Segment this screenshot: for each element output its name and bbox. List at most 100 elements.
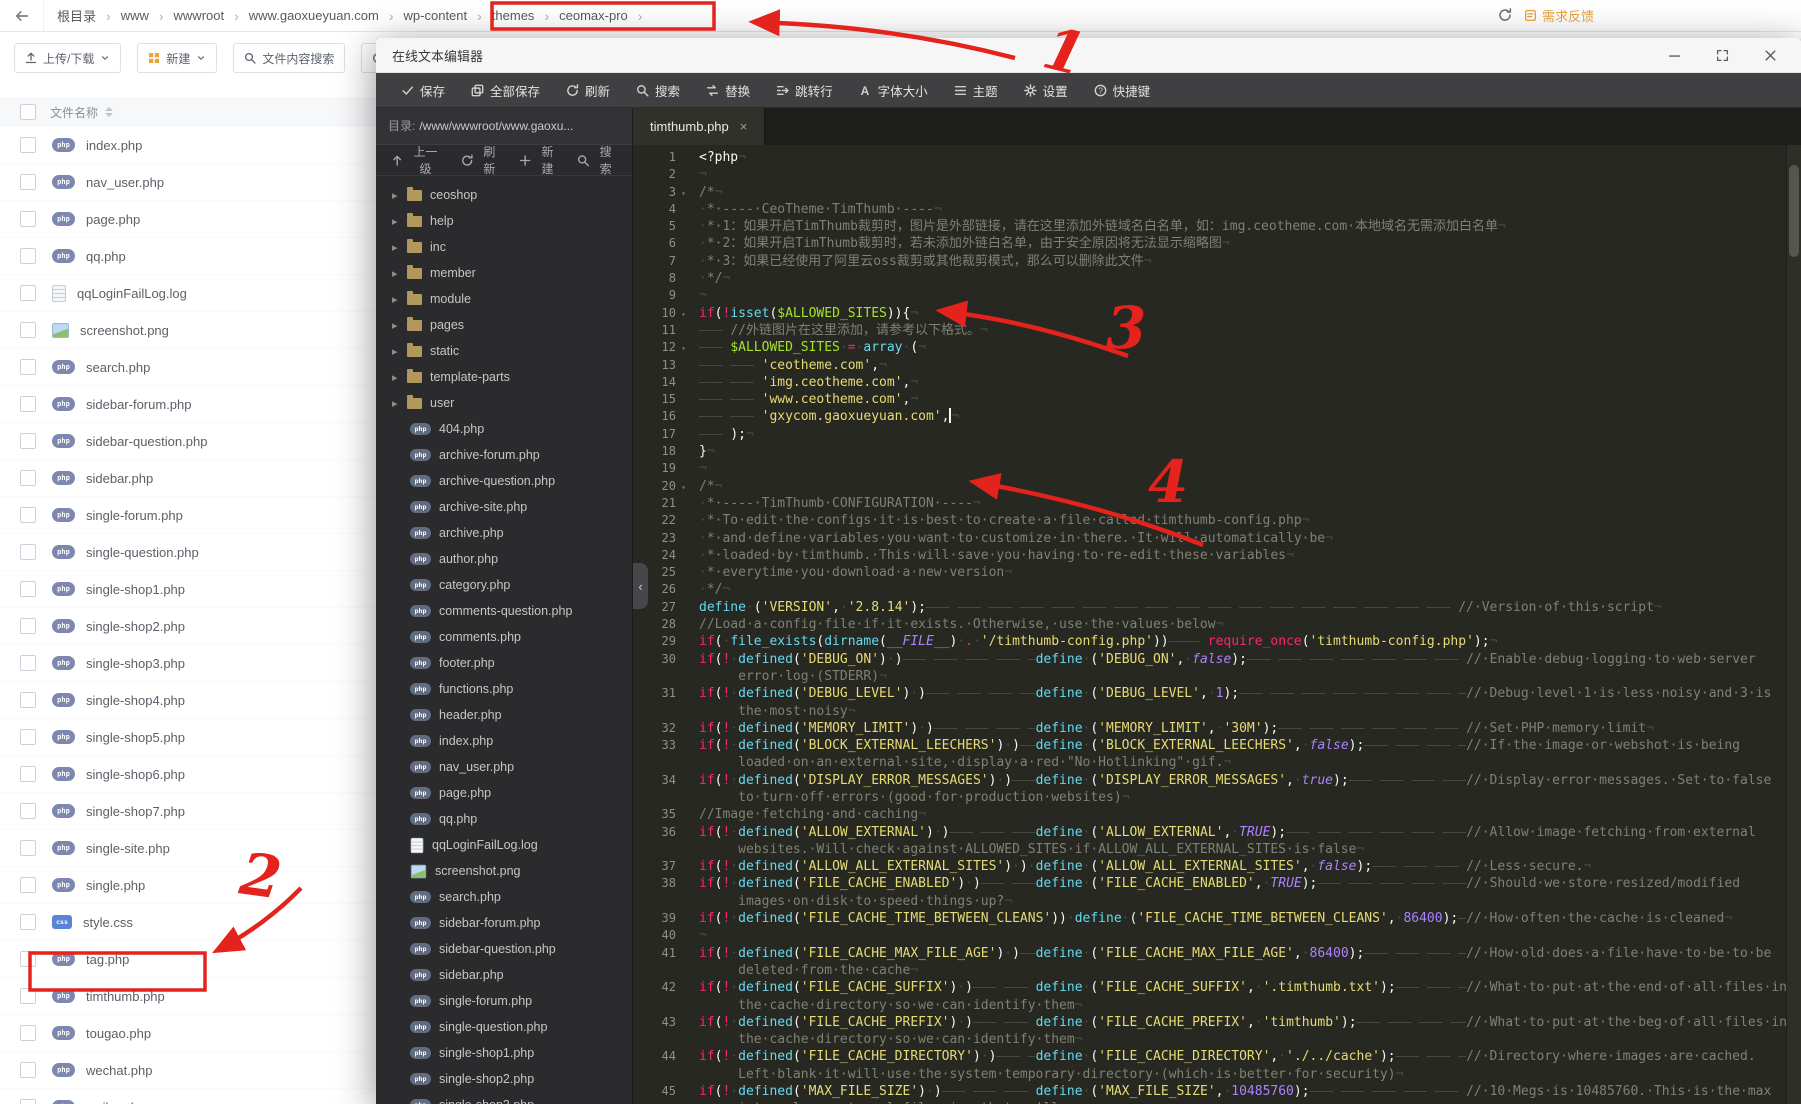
code-line[interactable]: 5 ·*·1：如果开启TimThumb裁剪时，图片是外部链接，请在这里添加外链域名… <box>633 218 1787 235</box>
code-line[interactable]: internal·or·external·file·size·that·we'l… <box>633 1100 1787 1104</box>
code-line[interactable]: the·cache·directory·so·we·can·identify·t… <box>633 1031 1787 1048</box>
file-name[interactable]: qq.php <box>86 249 126 264</box>
tab-close-icon[interactable]: × <box>740 119 748 134</box>
fold-icon[interactable]: ▾ <box>681 306 686 323</box>
file-name[interactable]: single-site.php <box>86 841 170 856</box>
code-line[interactable]: 41 if(!·defined('FILE_CACHE_MAX_FILE_AGE'… <box>633 945 1787 962</box>
tree-file[interactable]: php single-question.php <box>376 1014 632 1040</box>
goto-line-button[interactable]: 跳转行 <box>763 73 846 107</box>
partial-button[interactable] <box>361 43 376 73</box>
code-line[interactable]: websites.·Will·check·against·ALLOWED_SIT… <box>633 841 1787 858</box>
code-line[interactable]: 45 if(!·defined('MAX_FILE_SIZE')·)——— ———… <box>633 1083 1787 1100</box>
row-checkbox[interactable] <box>20 544 36 560</box>
code-line[interactable]: deleted·from·the·cache¬ <box>633 962 1787 979</box>
file-row[interactable]: php single-forum.php <box>0 497 376 534</box>
file-row[interactable]: php tag.php <box>0 941 376 978</box>
maximize-button[interactable] <box>1713 46 1731 64</box>
code-line[interactable]: 24 ·*·loaded·by·timthumb.·This·will·save·… <box>633 547 1787 564</box>
save-all-button[interactable]: 全部保存 <box>458 73 553 107</box>
caret-right-icon[interactable]: ▸ <box>392 293 401 306</box>
settings-button[interactable]: 设置 <box>1011 73 1081 107</box>
file-row[interactable]: php sidebar-forum.php <box>0 386 376 423</box>
file-row[interactable]: php page.php <box>0 201 376 238</box>
tree-file[interactable]: php single-shop3.php <box>376 1092 632 1104</box>
code-line[interactable]: 8 ·*/¬ <box>633 270 1787 287</box>
minimize-button[interactable] <box>1665 46 1683 64</box>
code-line[interactable]: 13 ——— ——— 'ceotheme.com',¬ <box>633 357 1787 374</box>
file-row[interactable]: php single-question.php <box>0 534 376 571</box>
row-checkbox[interactable] <box>20 322 36 338</box>
file-name[interactable]: screenshot.png <box>80 323 169 338</box>
dialog-titlebar[interactable]: 在线文本编辑器 <box>376 38 1801 73</box>
file-name[interactable]: single.php <box>86 878 145 893</box>
shortcuts-button[interactable]: ? 快捷键 <box>1081 73 1164 107</box>
row-checkbox[interactable] <box>20 137 36 153</box>
file-name[interactable]: single-shop3.php <box>86 656 185 671</box>
tree-new-button[interactable]: 新建 <box>510 145 568 176</box>
code-line[interactable]: 25 ·*·everytime·you·download·a·new·versio… <box>633 564 1787 581</box>
row-checkbox[interactable] <box>20 951 36 967</box>
code-line[interactable]: 18}¬ <box>633 443 1787 460</box>
tree-search-button[interactable]: 搜索 <box>568 145 626 176</box>
tree-file[interactable]: screenshot.png <box>376 858 632 884</box>
tree-file[interactable]: php qq.php <box>376 806 632 832</box>
tree-file[interactable]: php search.php <box>376 884 632 910</box>
tree-folder[interactable]: ▸ user <box>376 390 632 416</box>
file-row[interactable]: php weibo.php <box>0 1089 376 1104</box>
code-line[interactable]: 35//Image·fetching·and·caching¬ <box>633 806 1787 823</box>
row-checkbox[interactable] <box>20 433 36 449</box>
file-name[interactable]: single-shop5.php <box>86 730 185 745</box>
tree-folder[interactable]: ▸ pages <box>376 312 632 338</box>
code-line[interactable]: 42 if(!·defined('FILE_CACHE_SUFFIX')·)———… <box>633 979 1787 996</box>
code-line[interactable]: 37 if(!·defined('ALLOW_ALL_EXTERNAL_SITES… <box>633 858 1787 875</box>
code-line[interactable]: 3 ▾/*¬ <box>633 184 1787 201</box>
row-checkbox[interactable] <box>20 1025 36 1041</box>
select-all-checkbox[interactable] <box>20 104 36 120</box>
code-line[interactable]: 23 ·*·and·define·variables·you·want·to·cu… <box>633 530 1787 547</box>
tree-file[interactable]: php archive-forum.php <box>376 442 632 468</box>
file-row[interactable]: php wechat.php <box>0 1052 376 1089</box>
row-checkbox[interactable] <box>20 359 36 375</box>
tree-folder[interactable]: ▸ ceoshop <box>376 182 632 208</box>
tree-file[interactable]: php sidebar-forum.php <box>376 910 632 936</box>
refresh-button[interactable]: 刷新 <box>553 73 623 107</box>
breadcrumb-item[interactable]: themes <box>489 8 538 23</box>
file-name[interactable]: single-shop2.php <box>86 619 185 634</box>
tree-file[interactable]: qqLoginFailLog.log <box>376 832 632 858</box>
name-column-header[interactable]: 文件名称 <box>50 104 98 121</box>
code-line[interactable]: 22 ·*·To·edit·the·configs·it·is·best·to·c… <box>633 512 1787 529</box>
tree-folder[interactable]: ▸ static <box>376 338 632 364</box>
tree-file[interactable]: php sidebar.php <box>376 962 632 988</box>
file-row[interactable]: qqLoginFailLog.log <box>0 275 376 312</box>
file-name[interactable]: style.css <box>83 915 133 930</box>
caret-right-icon[interactable]: ▸ <box>392 215 401 228</box>
tree-file[interactable]: php nav_user.php <box>376 754 632 780</box>
tree-refresh-button[interactable]: 刷新 <box>452 145 510 176</box>
file-row[interactable]: php sidebar-question.php <box>0 423 376 460</box>
file-row[interactable]: php nav_user.php <box>0 164 376 201</box>
file-name[interactable]: weibo.php <box>86 1100 145 1104</box>
code-line[interactable]: 31 if(!·defined('DEBUG_LEVEL')·)——— ——— —… <box>633 685 1787 702</box>
file-row[interactable]: screenshot.png <box>0 312 376 349</box>
code-line[interactable]: 21 ·*·----·TimThumb·CONFIGURATION·----¬ <box>633 495 1787 512</box>
breadcrumb-item[interactable]: wwwroot <box>171 8 228 23</box>
file-name[interactable]: sidebar-forum.php <box>86 397 192 412</box>
caret-right-icon[interactable]: ▸ <box>392 319 401 332</box>
tree-folder[interactable]: ▸ module <box>376 286 632 312</box>
file-row[interactable]: php index.php <box>0 127 376 164</box>
breadcrumb-item[interactable]: wp-content <box>401 8 471 23</box>
tree-file[interactable]: php author.php <box>376 546 632 572</box>
tree-file[interactable]: php footer.php <box>376 650 632 676</box>
tree-folder[interactable]: ▸ member <box>376 260 632 286</box>
code-line[interactable]: 26 ·*/¬ <box>633 581 1787 598</box>
file-row[interactable]: php single-shop1.php <box>0 571 376 608</box>
file-row[interactable]: php sidebar.php <box>0 460 376 497</box>
code-line[interactable]: images·on·disk·to·speed·things·up?¬ <box>633 893 1787 910</box>
new-button[interactable]: 新建 <box>137 43 218 73</box>
file-name[interactable]: wechat.php <box>86 1063 153 1078</box>
row-checkbox[interactable] <box>20 655 36 671</box>
row-checkbox[interactable] <box>20 396 36 412</box>
file-name[interactable]: single-shop7.php <box>86 804 185 819</box>
sort-icon[interactable] <box>105 107 114 117</box>
code-line[interactable]: 39 if(!·defined('FILE_CACHE_TIME_BETWEEN_… <box>633 910 1787 927</box>
